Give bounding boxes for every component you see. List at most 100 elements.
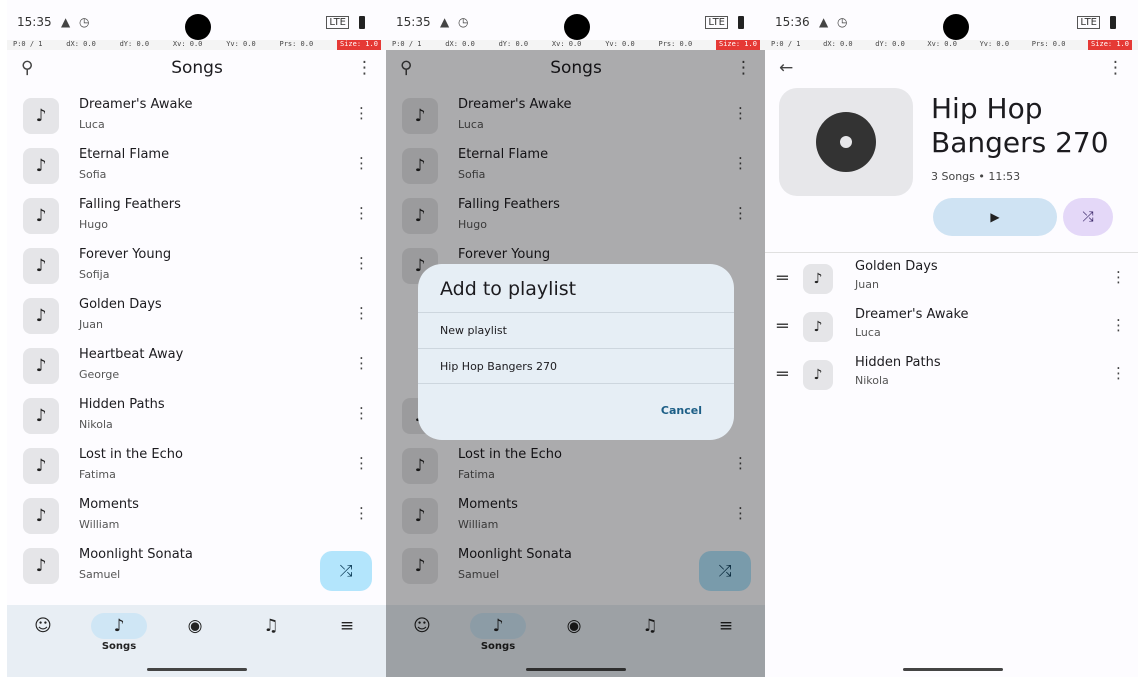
- list-item[interactable]: ♪ Forever Young Sofija ⋮: [7, 240, 387, 290]
- network-indicator: LTE: [1077, 16, 1100, 29]
- song-title: Hidden Paths: [79, 397, 165, 412]
- song-more-icon[interactable]: ⋮: [1111, 268, 1126, 286]
- list-item[interactable]: ♪ Lost in the Echo Fatima ⋮: [7, 440, 387, 490]
- status-bar: 15:36 ▲ ◷ LTE: [765, 4, 1138, 40]
- status-time: 15:35: [396, 15, 431, 29]
- debug-size: Size: 1.0: [336, 40, 381, 50]
- song-artist: George: [79, 368, 120, 381]
- debug-prs: Prs: 0.0: [658, 40, 693, 48]
- music-note-icon: ♪: [91, 613, 147, 639]
- add-to-playlist-dialog: Add to playlist New playlist Hip Hop Ban…: [418, 264, 734, 440]
- song-title: Heartbeat Away: [79, 347, 184, 362]
- more-options-icon[interactable]: ⋮: [1107, 58, 1124, 78]
- song-more-icon[interactable]: ⋮: [354, 304, 369, 322]
- option-new-playlist[interactable]: New playlist: [418, 312, 734, 348]
- music-note-icon: ♪: [803, 264, 833, 294]
- divider: [765, 252, 1138, 253]
- nav-songs-label: Songs: [101, 641, 137, 652]
- nav-artist-music[interactable]: ♫: [241, 613, 301, 639]
- list-item[interactable]: ♪ Dreamer's Awake Luca ⋮: [7, 90, 387, 140]
- list-item[interactable]: ═ ♪ Hidden Paths Nikola ⋮: [765, 352, 1138, 400]
- pointer-debug-bar: P:0 / 1 dX: 0.0 dY: 0.0 Xv: 0.0 Yv: 0.0 …: [386, 40, 766, 50]
- status-bar: 15:35 ▲ ◷ LTE: [7, 4, 387, 40]
- song-artist: Nikola: [79, 418, 113, 431]
- list-item[interactable]: ♪ Moments William ⋮: [7, 490, 387, 540]
- camera-cutout: [185, 14, 211, 40]
- cancel-button[interactable]: Cancel: [661, 404, 702, 417]
- warning-icon: ▲: [440, 15, 450, 29]
- drag-handle-icon[interactable]: ═: [777, 316, 788, 337]
- song-more-icon[interactable]: ⋮: [354, 454, 369, 472]
- debug-dy: dY: 0.0: [119, 40, 150, 48]
- nav-songs[interactable]: ♪ Songs: [89, 613, 149, 652]
- debug-p: P:0 / 1: [13, 40, 43, 48]
- song-artist: William: [79, 518, 120, 531]
- list-item[interactable]: ═ ♪ Golden Days Juan ⋮: [765, 256, 1138, 304]
- shuffle-fab[interactable]: ⤮: [320, 551, 372, 591]
- shuffle-button[interactable]: ⤮: [1063, 198, 1113, 236]
- battery-icon: [1110, 16, 1116, 29]
- nav-artists[interactable]: ☺: [13, 613, 73, 639]
- play-button[interactable]: ▶: [933, 198, 1057, 236]
- pointer-debug-bar: P:0 / 1 dX: 0.0 dY: 0.0 Xv: 0.0 Yv: 0.0 …: [765, 40, 1138, 50]
- song-more-icon[interactable]: ⋮: [354, 254, 369, 272]
- debug-xv: Xv: 0.0: [927, 40, 957, 48]
- music-note-icon: ♪: [23, 248, 59, 284]
- song-more-icon[interactable]: ⋮: [354, 504, 369, 522]
- music-note-icon: ♪: [23, 298, 59, 334]
- person-music-icon: ♫: [263, 616, 279, 636]
- queue-music-icon: ≡: [339, 616, 355, 636]
- songs-screen: 15:35 ▲ ◷ LTE P:0 / 1 dX: 0.0 dY: 0.0 Xv…: [7, 0, 387, 677]
- song-title: Eternal Flame: [79, 147, 170, 162]
- list-item[interactable]: ♪ Golden Days Juan ⋮: [7, 290, 387, 340]
- song-title: Moonlight Sonata: [79, 547, 193, 562]
- gesture-handle[interactable]: [147, 668, 247, 671]
- song-more-icon[interactable]: ⋮: [1111, 364, 1126, 382]
- playlist-song-list[interactable]: ═ ♪ Golden Days Juan ⋮ ═ ♪ Dreamer's Awake Luca…: [765, 256, 1138, 400]
- song-more-icon[interactable]: ⋮: [354, 404, 369, 422]
- song-title: Falling Feathers: [79, 197, 181, 212]
- network-indicator: LTE: [705, 16, 728, 29]
- list-item[interactable]: ♪ Eternal Flame Sofia ⋮: [7, 140, 387, 190]
- battery-icon: [359, 16, 365, 29]
- music-note-icon: ♪: [23, 498, 59, 534]
- debug-dx: dX: 0.0: [823, 40, 853, 48]
- dialog-title: Add to playlist: [440, 278, 577, 300]
- song-more-icon[interactable]: ⋮: [354, 354, 369, 372]
- nav-albums[interactable]: ◉: [165, 613, 225, 639]
- playlist-artwork: [779, 88, 913, 196]
- timer-icon: ◷: [458, 15, 469, 29]
- debug-dx: dX: 0.0: [66, 40, 96, 48]
- debug-p: P:0 / 1: [392, 40, 422, 48]
- song-list[interactable]: ♪ Dreamer's Awake Luca ⋮ ♪ Eternal Flame Sofi…: [7, 90, 387, 590]
- timer-icon: ◷: [837, 15, 848, 29]
- debug-dy: dY: 0.0: [875, 40, 905, 48]
- song-artist: Hugo: [79, 218, 108, 231]
- music-note-icon: ♪: [23, 448, 59, 484]
- debug-p: P:0 / 1: [771, 40, 801, 48]
- list-item[interactable]: ═ ♪ Dreamer's Awake Luca ⋮: [765, 304, 1138, 352]
- drag-handle-icon[interactable]: ═: [777, 268, 788, 289]
- warning-icon: ▲: [61, 15, 71, 29]
- song-more-icon[interactable]: ⋮: [1111, 316, 1126, 334]
- list-item[interactable]: ♪ Hidden Paths Nikola ⋮: [7, 390, 387, 440]
- back-arrow-icon[interactable]: ←: [779, 58, 793, 78]
- songs-screen-dialog: 15:35 ▲ ◷ LTE P:0 / 1 dX: 0.0 dY: 0.0 Xv…: [386, 0, 766, 677]
- gesture-handle[interactable]: [903, 668, 1003, 671]
- more-options-icon[interactable]: ⋮: [356, 58, 373, 78]
- list-item[interactable]: ♪ Heartbeat Away George ⋮: [7, 340, 387, 390]
- debug-xv: Xv: 0.0: [551, 40, 582, 48]
- app-bar: ⚲ Songs ⋮: [7, 50, 387, 88]
- option-playlist[interactable]: Hip Hop Bangers 270: [418, 348, 734, 384]
- debug-prs: Prs: 0.0: [1031, 40, 1066, 48]
- song-more-icon[interactable]: ⋮: [354, 204, 369, 222]
- debug-prs: Prs: 0.0: [279, 40, 314, 48]
- song-artist: Luca: [79, 118, 105, 131]
- camera-cutout: [564, 14, 590, 40]
- list-item[interactable]: ♪ Falling Feathers Hugo ⋮: [7, 190, 387, 240]
- drag-handle-icon[interactable]: ═: [777, 364, 788, 385]
- nav-playlists[interactable]: ≡: [317, 613, 377, 639]
- song-more-icon[interactable]: ⋮: [354, 154, 369, 172]
- music-note-icon: ♪: [23, 548, 59, 584]
- song-more-icon[interactable]: ⋮: [354, 104, 369, 122]
